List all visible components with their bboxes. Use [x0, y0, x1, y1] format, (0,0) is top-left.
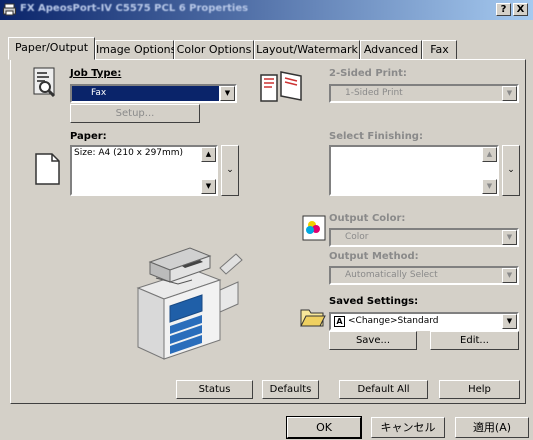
output-method-dropdown-icon[interactable]: ▼ [502, 268, 517, 283]
saved-settings-dropdown-icon[interactable]: ▼ [502, 314, 517, 329]
save-button[interactable]: Save... [329, 331, 417, 350]
paper-size-value: Size: A4 (210 x 297mm) [74, 148, 184, 158]
output-method-value: Automatically Select [345, 270, 438, 280]
two-sided-select[interactable]: 1-Sided Print ▼ [329, 84, 519, 103]
paper-label: Paper: [70, 131, 107, 142]
tab-layout-watermark[interactable]: Layout/Watermark [254, 40, 360, 60]
saved-settings-a-icon: A [334, 316, 345, 327]
finishing-listbox[interactable]: ▲ ▼ [329, 145, 499, 196]
close-title-button[interactable]: X [513, 3, 528, 16]
default-all-button[interactable]: Default All [339, 380, 428, 399]
saved-settings-value: <Change>Standard [348, 316, 439, 326]
folder-icon [299, 302, 327, 330]
color-palette-icon [302, 215, 326, 241]
setup-button[interactable]: Setup... [70, 104, 200, 123]
two-sided-label: 2-Sided Print: [329, 68, 407, 79]
two-sided-dropdown-icon[interactable]: ▼ [502, 86, 517, 101]
printer-app-icon [3, 3, 16, 16]
output-color-value: Color [345, 232, 369, 242]
two-sided-print-icon [259, 69, 305, 103]
tab-fax[interactable]: Fax [422, 40, 457, 60]
finishing-more-button[interactable]: ⌄ [502, 145, 520, 196]
job-type-label-text: Job Type: [70, 68, 122, 79]
job-type-label: Job Type: [70, 68, 121, 79]
saved-settings-select[interactable]: A <Change>Standard ▼ [329, 312, 519, 331]
saved-settings-label: Saved Settings: [329, 296, 419, 307]
paper-more-button[interactable]: ⌄ [221, 145, 239, 196]
tab-image-options[interactable]: Image Options [95, 40, 176, 60]
paper-scroll-down-icon[interactable]: ▼ [201, 179, 216, 194]
title-bar[interactable]: FX ApeosPort-IV C5575 PCL 6 Properties [0, 0, 533, 20]
tab-advanced[interactable]: Advanced [360, 40, 422, 60]
job-type-dropdown-icon[interactable]: ▼ [220, 86, 235, 101]
paper-listbox[interactable]: Size: A4 (210 x 297mm) ▲ ▼ [70, 145, 218, 196]
defaults-button[interactable]: Defaults [262, 380, 319, 399]
tab-color-options[interactable]: Color Options [174, 40, 254, 60]
job-type-value: Fax [91, 88, 107, 98]
paper-scroll-up-icon[interactable]: ▲ [201, 147, 216, 162]
cancel-button[interactable]: キャンセル [371, 417, 445, 438]
edit-button[interactable]: Edit... [430, 331, 519, 350]
output-method-label: Output Method: [329, 251, 419, 262]
output-color-dropdown-icon[interactable]: ▼ [502, 230, 517, 245]
job-type-select[interactable]: Fax ▼ [70, 84, 237, 103]
printer-image [110, 236, 244, 366]
output-color-label: Output Color: [329, 213, 406, 224]
apply-button[interactable]: 適用(A) [455, 417, 529, 438]
help-button[interactable]: Help [439, 380, 520, 399]
finishing-scroll-down-icon[interactable]: ▼ [482, 179, 497, 194]
paper-sheet-icon [35, 153, 60, 185]
help-title-button[interactable]: ? [496, 3, 511, 16]
job-type-icon [33, 67, 57, 98]
tab-paper-output[interactable]: Paper/Output [8, 37, 95, 60]
output-color-select[interactable]: Color ▼ [329, 228, 519, 247]
ok-button[interactable]: OK [286, 416, 362, 439]
finishing-label: Select Finishing: [329, 131, 423, 142]
status-button[interactable]: Status [176, 380, 253, 399]
window-title: FX ApeosPort-IV C5575 PCL 6 Properties [20, 3, 249, 14]
output-method-select[interactable]: Automatically Select ▼ [329, 266, 519, 285]
two-sided-value: 1-Sided Print [345, 88, 403, 98]
finishing-scroll-up-icon[interactable]: ▲ [482, 147, 497, 162]
